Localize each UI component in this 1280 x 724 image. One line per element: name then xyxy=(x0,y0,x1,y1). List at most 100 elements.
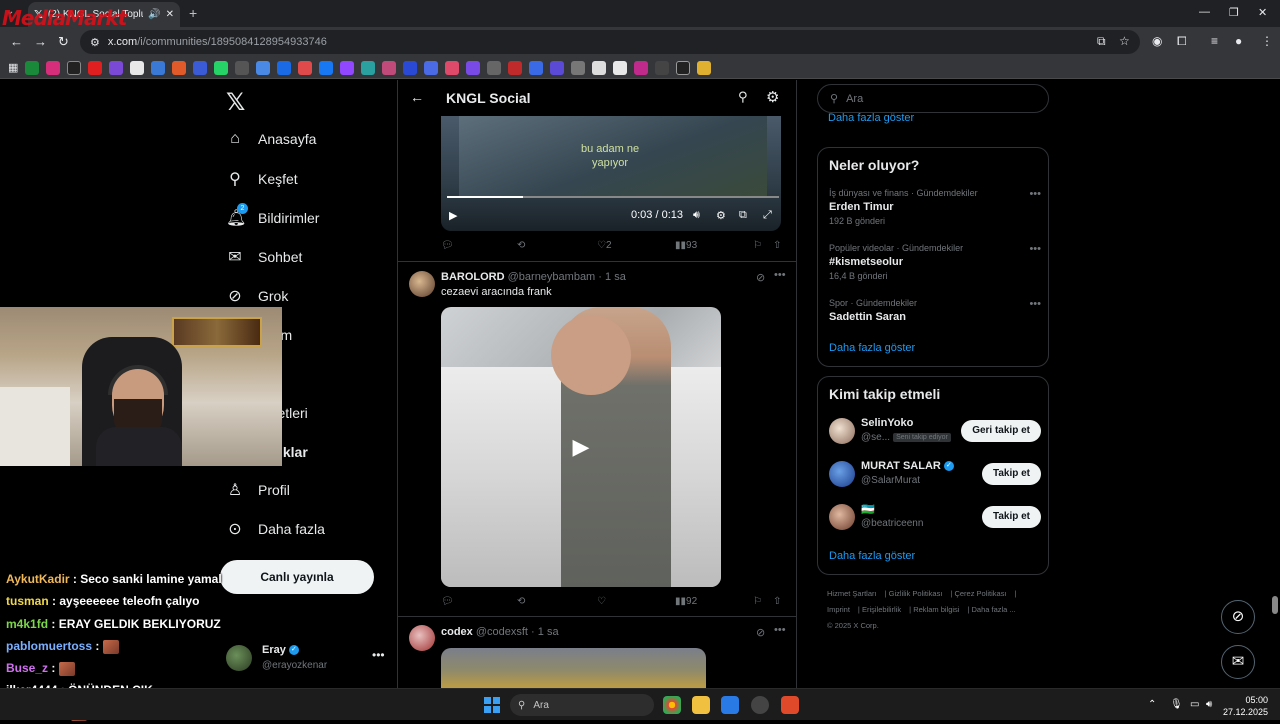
back-icon[interactable]: ← xyxy=(10,34,23,49)
volume-icon[interactable]: 🔊︎ xyxy=(1206,699,1212,710)
browser-menu-icon[interactable]: ⋮ xyxy=(1261,34,1273,48)
bookmark-icon[interactable] xyxy=(487,60,502,75)
bookmark-icon[interactable] xyxy=(298,60,313,75)
file-explorer-icon[interactable] xyxy=(692,696,710,714)
volume-icon[interactable]: 🔊︎ xyxy=(693,209,700,222)
bookmark-icon[interactable] xyxy=(424,60,439,75)
more-dots-icon[interactable]: ••• xyxy=(774,269,786,281)
bookmark-icon[interactable] xyxy=(214,60,229,75)
bookmark-icon[interactable] xyxy=(403,60,418,75)
chat-username[interactable]: Buse_z xyxy=(6,661,48,675)
footer-link[interactable]: Reklam bilgisi xyxy=(913,605,959,614)
bookmark-icon[interactable] xyxy=(676,60,691,75)
microphone-icon[interactable]: 🎙︎ xyxy=(1170,699,1183,710)
network-icon[interactable]: ▭ xyxy=(1190,699,1199,710)
bookmark-icon[interactable] xyxy=(172,60,187,75)
bookmark-icon[interactable] xyxy=(592,60,607,75)
video-progress-bar[interactable] xyxy=(447,196,779,198)
close-window-icon[interactable]: ✕ xyxy=(1258,6,1267,19)
bookmark-icon[interactable] xyxy=(256,60,271,75)
taskbar-search[interactable]: ⚲ Ara xyxy=(510,694,654,716)
pip-icon[interactable]: ⧉ xyxy=(739,209,747,222)
more-dots-icon[interactable]: ••• xyxy=(1029,298,1041,310)
bookmark-icon[interactable]: ⚐ xyxy=(753,596,762,607)
bookmark-icon[interactable] xyxy=(277,60,292,75)
footer-link[interactable]: Daha fazla ... xyxy=(972,605,1016,614)
gear-icon[interactable]: ⚙ xyxy=(766,88,779,106)
follow-suggestion[interactable]: SelinYoko @se... Seni takip ediyor Geri t… xyxy=(829,414,1041,450)
install-app-icon[interactable]: ⧉ xyxy=(1097,34,1106,49)
nav-grok[interactable]: ⊘ Grok xyxy=(226,286,288,306)
reply-icon[interactable]: 💬︎ xyxy=(441,240,454,251)
extension-icon[interactable]: ◉ xyxy=(1152,34,1162,48)
footer-link[interactable]: Imprint xyxy=(827,605,850,614)
bookmark-icon[interactable] xyxy=(109,60,124,75)
show-more-link[interactable]: Daha fazla göster xyxy=(829,342,915,354)
footer-link[interactable]: Çerez Politikası xyxy=(954,589,1006,598)
follow-back-button[interactable]: Geri takip et xyxy=(961,420,1041,442)
bookmark-icon[interactable] xyxy=(67,60,82,75)
show-more-link[interactable]: Daha fazla göster xyxy=(828,112,914,124)
search-input[interactable]: ⚲ Ara xyxy=(817,84,1049,113)
profile-avatar-icon[interactable]: ● xyxy=(1235,34,1242,48)
avatar[interactable] xyxy=(409,271,435,297)
bookmark-icon[interactable] xyxy=(235,60,250,75)
site-info-icon[interactable]: ⚙ xyxy=(90,36,100,49)
bookmark-icon[interactable]: ⚐ xyxy=(753,240,762,251)
obs-icon[interactable] xyxy=(751,696,769,714)
folder-icon[interactable] xyxy=(697,60,712,75)
footer-link[interactable]: Erişilebilirlik xyxy=(862,605,901,614)
nav-notifications[interactable]: 🔔︎ 2 Bildirimler xyxy=(226,203,319,228)
play-icon[interactable]: ▶ xyxy=(559,425,603,469)
chat-username[interactable]: AykutKadir xyxy=(6,572,70,586)
bookmark-icon[interactable] xyxy=(550,60,565,75)
footer-link[interactable]: Gizlilik Politikası xyxy=(889,589,943,598)
tray-chevron-icon[interactable]: ⌃ xyxy=(1148,699,1156,710)
store-icon[interactable] xyxy=(721,696,739,714)
nav-explore[interactable]: ⚲ Keşfet xyxy=(226,169,298,189)
play-icon[interactable]: ▶ xyxy=(449,209,457,222)
share-icon[interactable]: ⇧ xyxy=(773,240,781,251)
minimize-icon[interactable]: — xyxy=(1199,6,1210,18)
retweet-icon[interactable]: ⟲ xyxy=(517,240,525,251)
tweet-author[interactable]: BAROLORD xyxy=(441,271,505,283)
bookmark-icon[interactable] xyxy=(46,60,61,75)
more-dots-icon[interactable]: ••• xyxy=(774,624,786,636)
bookmark-icon[interactable] xyxy=(445,60,460,75)
messages-fab-icon[interactable]: ✉ xyxy=(1221,645,1255,679)
restore-icon[interactable]: ❐ xyxy=(1229,6,1239,19)
views-button[interactable]: ▮▮ 92 xyxy=(675,596,697,607)
bookmark-icon[interactable] xyxy=(529,60,544,75)
bookmark-icon[interactable] xyxy=(613,60,628,75)
reply-icon[interactable]: 💬︎ xyxy=(441,596,454,607)
bookmark-icon[interactable] xyxy=(571,60,586,75)
tweet-handle[interactable]: @barneybambam xyxy=(508,271,596,283)
fullscreen-icon[interactable]: ⤢ xyxy=(763,209,772,222)
reload-icon[interactable]: ↻ xyxy=(58,34,69,50)
more-dots-icon[interactable]: ••• xyxy=(1029,188,1041,200)
windows-start-icon[interactable] xyxy=(484,697,500,713)
more-dots-icon[interactable]: ••• xyxy=(1029,243,1041,255)
nav-home[interactable]: ⌂ Anasayfa xyxy=(226,130,316,148)
tweet-time[interactable]: 1 sa xyxy=(538,626,559,638)
footer-link[interactable]: Hizmet Şartları xyxy=(827,589,877,598)
trend-item[interactable]: Popüler videolar · Gündemdekiler #kismet… xyxy=(829,243,1041,281)
scrollbar[interactable] xyxy=(1272,596,1278,614)
settings-icon[interactable]: ⚙ xyxy=(716,209,726,222)
tab-close-icon[interactable]: ✕ xyxy=(166,9,174,20)
forward-icon[interactable]: → xyxy=(34,34,47,49)
follow-button[interactable]: Takip et xyxy=(981,506,1041,528)
follow-button[interactable]: Takip et xyxy=(981,463,1041,485)
show-more-link[interactable]: Daha fazla göster xyxy=(829,550,915,562)
grok-fab-icon[interactable]: ⊘ xyxy=(1221,600,1255,634)
like-icon[interactable]: ♡ xyxy=(597,596,606,607)
bookmark-icon[interactable] xyxy=(634,60,649,75)
avatar[interactable] xyxy=(409,625,435,651)
bookmark-icon[interactable] xyxy=(130,60,145,75)
app-icon[interactable] xyxy=(781,696,799,714)
retweet-icon[interactable]: ⟲ xyxy=(517,596,525,607)
video-thumbnail[interactable]: ▶ xyxy=(441,307,721,587)
share-icon[interactable]: ⇧ xyxy=(773,596,781,607)
nav-more[interactable]: ⊙ Daha fazla xyxy=(226,519,325,539)
grok-icon[interactable]: ⊘ xyxy=(756,271,765,284)
